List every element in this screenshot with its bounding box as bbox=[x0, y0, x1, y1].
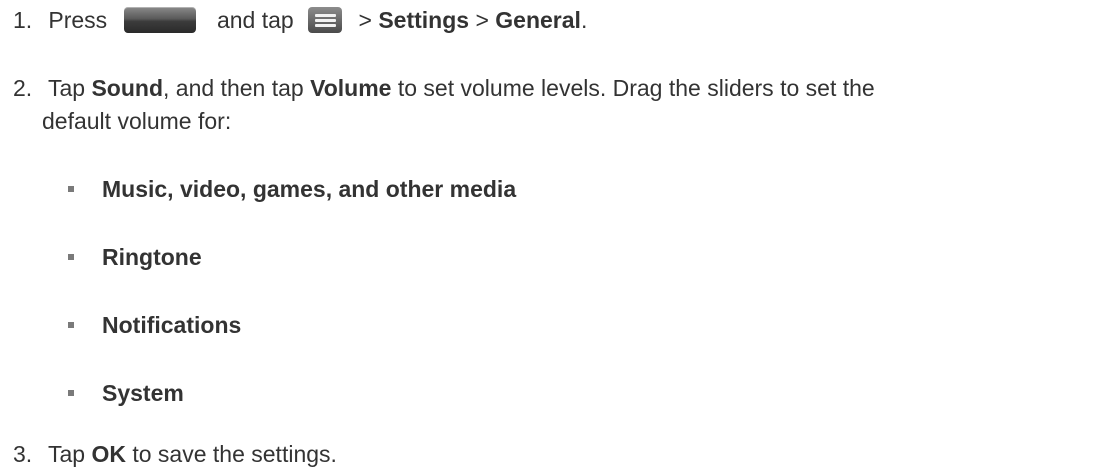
sound-label: Sound bbox=[91, 75, 164, 101]
step-number: 1. bbox=[13, 7, 33, 33]
step-text: default volume for: bbox=[42, 108, 232, 134]
step-text: Tap bbox=[47, 75, 86, 101]
step-text: and tap bbox=[216, 7, 294, 33]
home-key-icon bbox=[123, 6, 196, 33]
step-text: Press bbox=[48, 7, 108, 33]
step-2: 2. Tap Sound, and then tap Volume to set… bbox=[13, 74, 875, 102]
step-text: to set volume levels. Drag the sliders t… bbox=[397, 75, 875, 101]
menu-key-icon bbox=[308, 6, 343, 33]
list-item: Notifications bbox=[102, 312, 242, 338]
list-item: Ringtone bbox=[102, 244, 202, 270]
step-text: to save the settings. bbox=[132, 441, 337, 467]
ok-label: OK bbox=[91, 441, 126, 467]
volume-label: Volume bbox=[310, 75, 392, 101]
general-label: General bbox=[495, 7, 581, 33]
step-1: 1. Press and tap > Settings > General. bbox=[13, 6, 587, 34]
bullet-icon bbox=[68, 390, 74, 396]
step-text: > bbox=[475, 7, 489, 33]
list-item: System bbox=[102, 380, 184, 406]
settings-label: Settings bbox=[378, 7, 470, 33]
bullet-icon bbox=[68, 186, 74, 192]
bullet-icon bbox=[68, 322, 74, 328]
step-text: > bbox=[358, 7, 372, 33]
step-3: 3. Tap OK to save the settings. bbox=[13, 440, 337, 468]
step-text: , and then tap bbox=[163, 75, 304, 101]
step-text: Tap bbox=[47, 441, 86, 467]
list-item: Music, video, games, and other media bbox=[102, 176, 517, 202]
step-2-continuation: default volume for: bbox=[42, 107, 231, 135]
step-number: 3. bbox=[13, 441, 33, 467]
step-number: 2. bbox=[13, 75, 33, 101]
bullet-icon bbox=[68, 254, 74, 260]
step-text: . bbox=[580, 7, 588, 33]
